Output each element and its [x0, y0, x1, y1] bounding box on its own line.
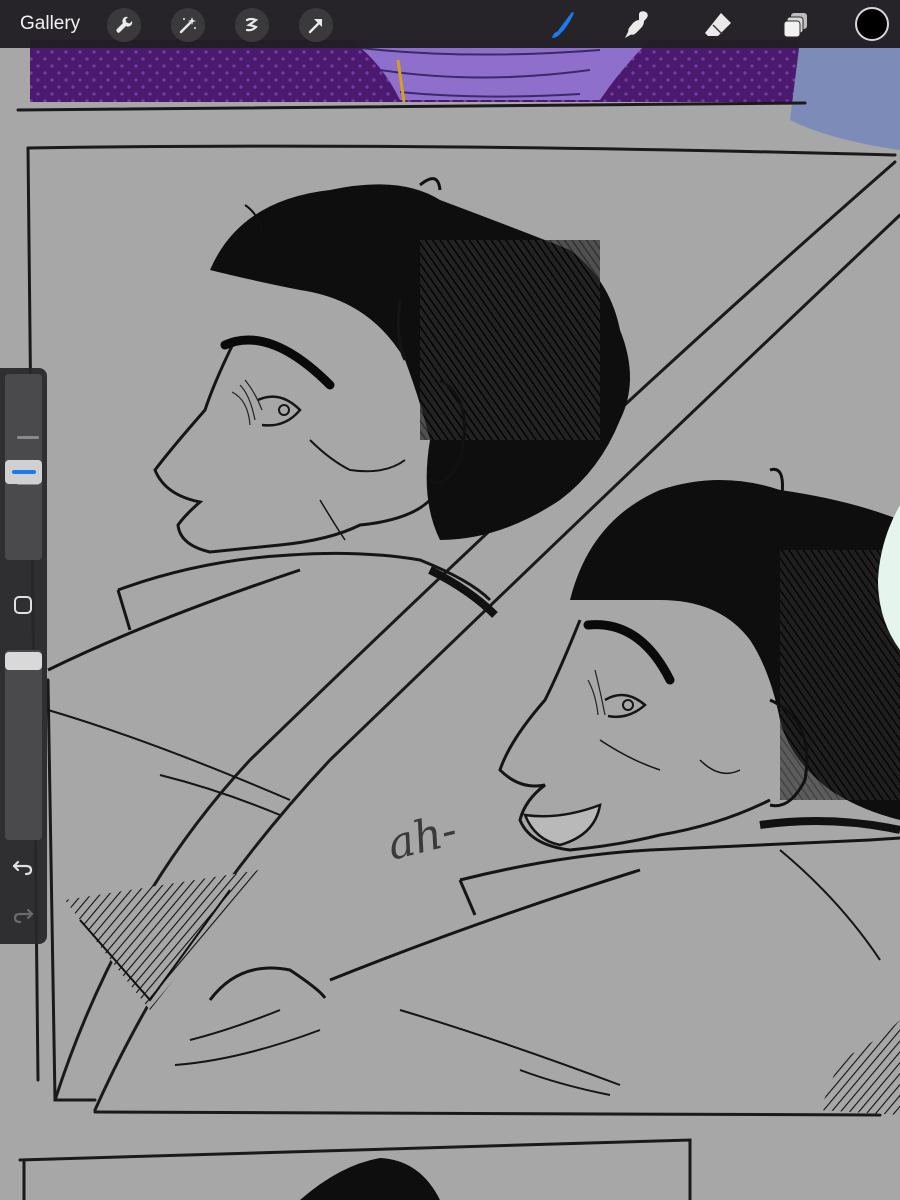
- modify-button[interactable]: [6, 590, 40, 620]
- smudge-icon: [625, 11, 648, 38]
- top-toolbar: Gallery: [0, 0, 900, 48]
- slider-tick: [17, 436, 39, 439]
- layers-icon: [783, 13, 807, 38]
- transform-arrow-icon: [308, 19, 323, 34]
- selection-icon: [245, 17, 259, 32]
- brush-icon: [552, 12, 574, 38]
- layers-button[interactable]: [778, 7, 814, 43]
- brush-size-slider[interactable]: [5, 374, 42, 560]
- brush-size-indicator: [12, 470, 36, 474]
- brush-tool-button[interactable]: [545, 7, 581, 43]
- smudge-tool-button[interactable]: [620, 7, 656, 43]
- actions-wrench-button[interactable]: [107, 8, 141, 42]
- color-picker-swatch[interactable]: [855, 7, 889, 41]
- undo-icon: [12, 860, 33, 876]
- magic-wand-icon: [179, 17, 196, 34]
- procreate-app: ah- Gallery: [0, 0, 900, 1200]
- redo-icon: [13, 908, 34, 924]
- square-modify-icon: [14, 596, 32, 614]
- left-sidebar: [0, 368, 47, 944]
- eraser-icon: [705, 13, 731, 36]
- adjustments-button[interactable]: [171, 8, 205, 42]
- redo-button[interactable]: [6, 900, 40, 930]
- eraser-tool-button[interactable]: [700, 7, 736, 43]
- opacity-thumb[interactable]: [5, 652, 42, 670]
- brush-size-thumb[interactable]: [5, 460, 42, 484]
- opacity-slider[interactable]: [5, 650, 42, 840]
- gallery-button[interactable]: Gallery: [20, 12, 80, 36]
- undo-button[interactable]: [6, 852, 40, 882]
- selection-button[interactable]: [235, 8, 269, 42]
- transform-button[interactable]: [299, 8, 333, 42]
- drawing-canvas[interactable]: ah-: [0, 0, 900, 1200]
- wrench-icon: [116, 16, 133, 33]
